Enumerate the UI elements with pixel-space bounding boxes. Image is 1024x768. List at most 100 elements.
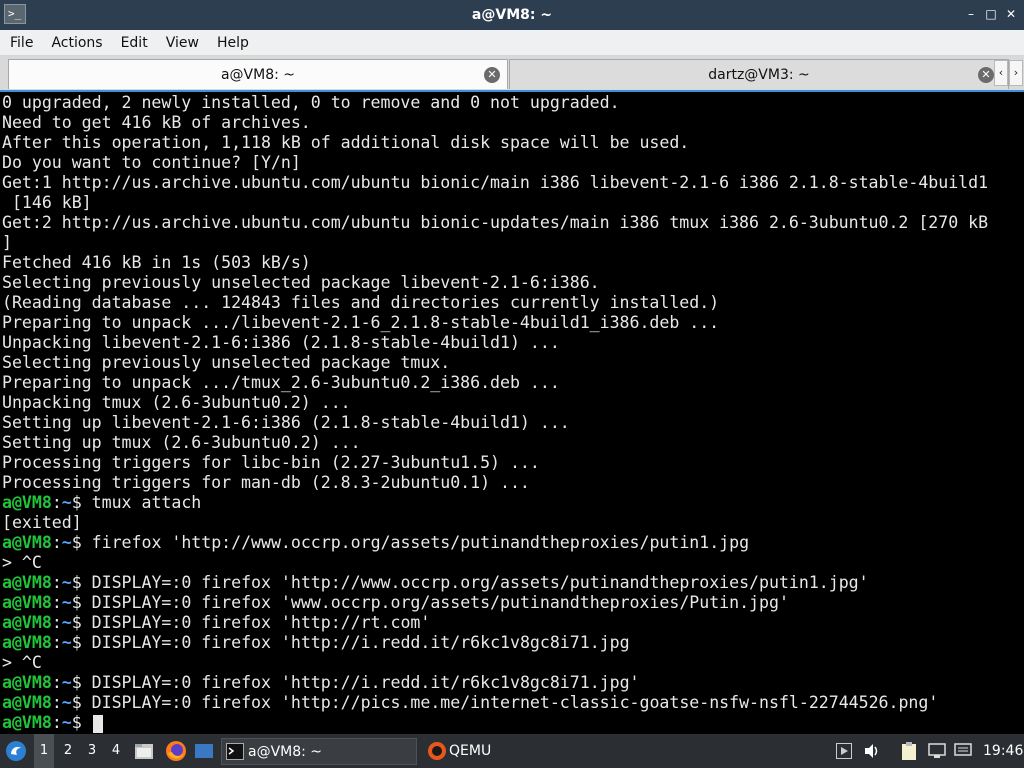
prompt-directory: ~ — [61, 593, 72, 612]
terminal-command-line: a@VM8:~$ DISPLAY=:0 firefox 'http://pics… — [2, 693, 938, 713]
terminal-command-line: a@VM8:~$ DISPLAY=:0 firefox 'http://www.… — [2, 573, 869, 593]
menu-view[interactable]: View — [157, 30, 208, 56]
prompt-symbol: $ — [71, 493, 82, 512]
terminal-output-line: After this operation, 1,118 kB of additi… — [2, 133, 690, 152]
terminal-output-line: Do you want to continue? [Y/n] — [2, 153, 301, 172]
clock[interactable]: 19:46 — [983, 734, 1023, 768]
command-text: DISPLAY=:0 firefox 'http://pics.me.me/in… — [81, 693, 939, 712]
terminal-output-line: Selecting previously unselected package … — [2, 273, 600, 292]
prompt-directory: ~ — [61, 633, 72, 652]
terminal-output-line: Fetched 416 kB in 1s (503 kB/s) — [2, 253, 311, 272]
command-text: DISPLAY=:0 firefox 'http://www.occrp.org… — [81, 573, 869, 592]
terminal-output-line: Preparing to unpack .../tmux_2.6-3ubuntu… — [2, 373, 560, 392]
prompt-separator: : — [51, 713, 62, 732]
tab-scroll-right-button[interactable]: › — [1009, 60, 1023, 86]
command-text: DISPLAY=:0 firefox 'http://rt.com' — [81, 613, 431, 632]
command-text: firefox 'http://www.occrp.org/assets/put… — [81, 533, 750, 552]
prompt-separator: : — [51, 673, 62, 692]
tab-scroll-left-button[interactable]: ‹ — [994, 60, 1008, 86]
terminal-output-line: 0 upgraded, 2 newly installed, 0 to remo… — [2, 93, 620, 112]
terminal-command-line: a@VM8:~$ DISPLAY=:0 firefox 'http://i.re… — [2, 673, 640, 693]
prompt-user: a@VM8 — [2, 613, 52, 632]
file-manager-icon[interactable] — [134, 742, 154, 760]
task-label: QEMU — [449, 743, 492, 759]
terminal-output-line: Get:2 http://us.archive.ubuntu.com/ubunt… — [2, 213, 989, 232]
prompt-directory: ~ — [61, 713, 72, 732]
prompt-user: a@VM8 — [2, 633, 52, 652]
show-desktop-icon[interactable] — [194, 743, 214, 759]
terminal-command-line: a@VM8:~$ tmux attach — [2, 493, 201, 513]
terminal-output-line: Need to get 416 kB of archives. — [2, 113, 311, 132]
tab-label: a@VM8: ~ — [220, 67, 296, 83]
prompt-user: a@VM8 — [2, 693, 52, 712]
menu-file[interactable]: File — [0, 30, 42, 56]
command-text: DISPLAY=:0 firefox 'www.occrp.org/assets… — [81, 593, 789, 612]
prompt-symbol: $ — [71, 533, 82, 552]
terminal-output-line: Selecting previously unselected package … — [2, 353, 451, 372]
prompt-symbol: $ — [71, 673, 82, 692]
menu-edit[interactable]: Edit — [112, 30, 157, 56]
terminal-command-line: a@VM8:~$ firefox 'http://www.occrp.org/a… — [2, 533, 749, 553]
prompt-user: a@VM8 — [2, 593, 52, 612]
terminal-output-line: > ^C — [2, 653, 42, 672]
prompt-separator: : — [51, 613, 62, 632]
prompt-directory: ~ — [61, 573, 72, 592]
terminal-command-line: a@VM8:~$ DISPLAY=:0 firefox 'http://rt.c… — [2, 613, 430, 633]
menu-help[interactable]: Help — [208, 30, 258, 56]
terminal-output-line: [exited] — [2, 513, 82, 532]
prompt-user: a@VM8 — [2, 573, 52, 592]
desktop-2[interactable]: 2 — [58, 734, 78, 768]
terminal-output-line: Unpacking libevent-2.1-6:i386 (2.1.8-sta… — [2, 333, 560, 352]
prompt-directory: ~ — [61, 613, 72, 632]
command-text: tmux attach — [81, 493, 202, 512]
close-button[interactable]: ✕ — [1002, 5, 1020, 23]
keyboard-icon[interactable] — [954, 742, 972, 759]
terminal-output-line: Unpacking tmux (2.6-3ubuntu0.2) ... — [2, 393, 351, 412]
terminal-output-line: ] — [2, 233, 12, 252]
start-menu-icon[interactable] — [5, 740, 27, 762]
tab-bar: a@VM8: ~ ✕ dartz@VM3: ~ ✕ — [0, 56, 1024, 90]
desktop-4[interactable]: 4 — [106, 734, 126, 768]
prompt-separator: : — [51, 593, 62, 612]
media-icon[interactable] — [836, 743, 852, 759]
terminal-output-line: Setting up libevent-2.1-6:i386 (2.1.8-st… — [2, 413, 570, 432]
prompt-symbol: $ — [71, 593, 82, 612]
terminal-output-line: > ^C — [2, 553, 42, 572]
prompt-separator: : — [51, 573, 62, 592]
terminal-output-line: Processing triggers for libc-bin (2.27-3… — [2, 453, 540, 472]
minimize-button[interactable]: – — [962, 5, 980, 23]
tab-close-icon[interactable]: ✕ — [978, 67, 994, 83]
prompt-separator: : — [51, 493, 62, 512]
task-label: a@VM8: ~ — [248, 744, 323, 760]
task-terminal[interactable]: a@VM8: ~ — [221, 738, 417, 765]
volume-icon[interactable] — [863, 742, 881, 760]
terminal-cursor — [92, 714, 103, 733]
command-text: DISPLAY=:0 firefox 'http://i.redd.it/r6k… — [81, 633, 630, 652]
tab-dartz-vm3[interactable]: dartz@VM3: ~ ✕ — [509, 59, 1009, 89]
prompt-symbol: $ — [71, 713, 82, 732]
tab-a-vm8[interactable]: a@VM8: ~ ✕ — [8, 59, 508, 89]
menu-actions[interactable]: Actions — [42, 30, 111, 56]
command-text — [82, 713, 92, 732]
prompt-user: a@VM8 — [2, 713, 52, 732]
prompt-separator: : — [51, 533, 62, 552]
terminal-view[interactable]: 0 upgraded, 2 newly installed, 0 to remo… — [0, 90, 1024, 734]
prompt-separator: : — [51, 633, 62, 652]
terminal-command-line: a@VM8:~$ DISPLAY=:0 firefox 'www.occrp.o… — [2, 593, 789, 613]
tab-close-icon[interactable]: ✕ — [484, 67, 500, 83]
prompt-directory: ~ — [61, 693, 72, 712]
tab-label: dartz@VM3: ~ — [708, 67, 810, 83]
prompt-separator: : — [51, 693, 62, 712]
desktop-3[interactable]: 3 — [82, 734, 102, 768]
window-title: a@VM8: ~ — [471, 7, 553, 23]
network-icon[interactable] — [928, 742, 946, 759]
maximize-button[interactable]: □ — [982, 5, 1000, 23]
firefox-icon[interactable] — [165, 740, 187, 762]
prompt-directory: ~ — [61, 493, 72, 512]
desktop-1[interactable]: 1 — [34, 734, 54, 768]
task-qemu[interactable]: QEMU — [423, 738, 619, 765]
prompt-symbol: $ — [71, 573, 82, 592]
clipboard-icon[interactable] — [901, 741, 917, 761]
prompt-user: a@VM8 — [2, 533, 52, 552]
taskbar: 1 2 3 4 a@VM8: ~ QEMU 19:46 — [0, 734, 1024, 768]
